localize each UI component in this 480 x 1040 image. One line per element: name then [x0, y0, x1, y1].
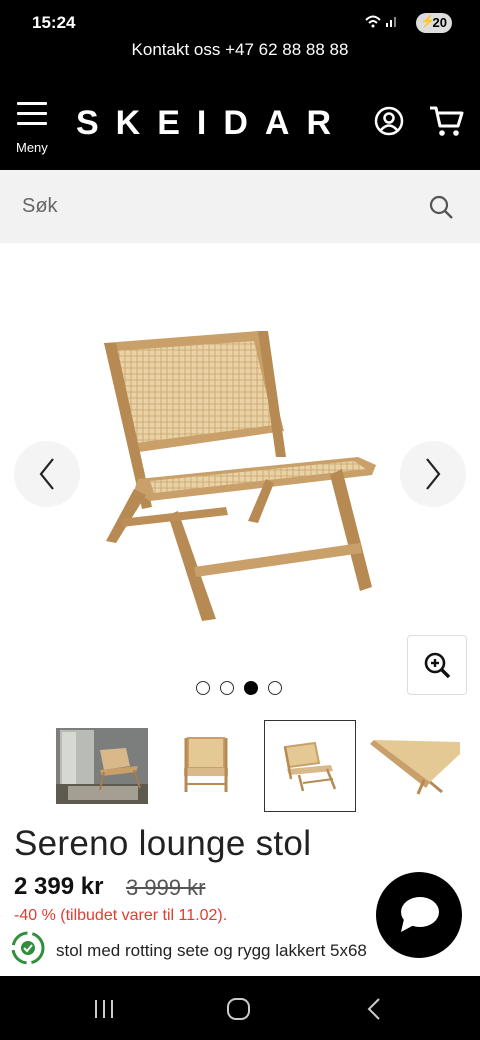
menu-label: Meny [16, 140, 48, 155]
chevron-right-icon [426, 458, 441, 490]
user-icon[interactable] [374, 106, 404, 136]
cart-icon[interactable] [428, 104, 464, 140]
zoom-in-icon [424, 652, 451, 679]
discount-text: -40 % (tilbudet varer til 11.02). [14, 907, 228, 924]
thumbnail-4[interactable] [368, 720, 460, 812]
thumbnail-strip [56, 720, 476, 812]
current-price: 2 399 kr [14, 873, 104, 900]
recent-apps-icon[interactable] [92, 996, 122, 1022]
menu-icon [14, 102, 54, 125]
status-time: 15:24 [32, 13, 76, 32]
eco-icon [10, 930, 46, 966]
product-description: stol med rotting sete og rygg lakkert 5x… [56, 941, 367, 960]
battery-indicator: ⚡ 20 [416, 13, 452, 33]
search-input[interactable] [0, 170, 400, 243]
search-icon[interactable] [428, 194, 454, 220]
site-logo[interactable]: SKEIDAR [76, 104, 348, 143]
zoom-button[interactable] [407, 635, 467, 695]
status-bar: 15:24 ⚡ 20 [0, 0, 480, 40]
signal-icon [364, 14, 400, 31]
product-image[interactable] [98, 329, 388, 629]
thumbnail-2[interactable] [160, 720, 252, 812]
site-header: Kontakt oss +47 62 88 88 88 Meny SKEIDAR [0, 40, 480, 170]
chat-button[interactable] [376, 872, 462, 958]
gallery-pagination [196, 681, 282, 695]
product-title: Sereno lounge stol [14, 824, 312, 863]
system-nav-bar [0, 976, 480, 1040]
search-bar [0, 170, 480, 243]
product-gallery [0, 243, 480, 708]
battery-charging-icon: ⚡ [420, 14, 435, 28]
next-image-button[interactable] [400, 441, 466, 507]
thumbnail-1[interactable] [56, 720, 148, 812]
gallery-dot[interactable] [196, 681, 210, 695]
gallery-dot-active[interactable] [244, 681, 258, 695]
gallery-dot[interactable] [268, 681, 282, 695]
original-price: 3 999 kr [126, 875, 206, 900]
chevron-left-icon [39, 458, 54, 490]
back-icon[interactable] [362, 996, 392, 1022]
contact-link[interactable]: Kontakt oss +47 62 88 88 88 [0, 40, 480, 60]
previous-image-button[interactable] [14, 441, 80, 507]
thumbnail-3-selected[interactable] [264, 720, 356, 812]
gallery-dot[interactable] [220, 681, 234, 695]
chat-icon [401, 897, 439, 932]
menu-button[interactable]: Meny [14, 102, 54, 158]
home-icon[interactable] [226, 996, 256, 1022]
